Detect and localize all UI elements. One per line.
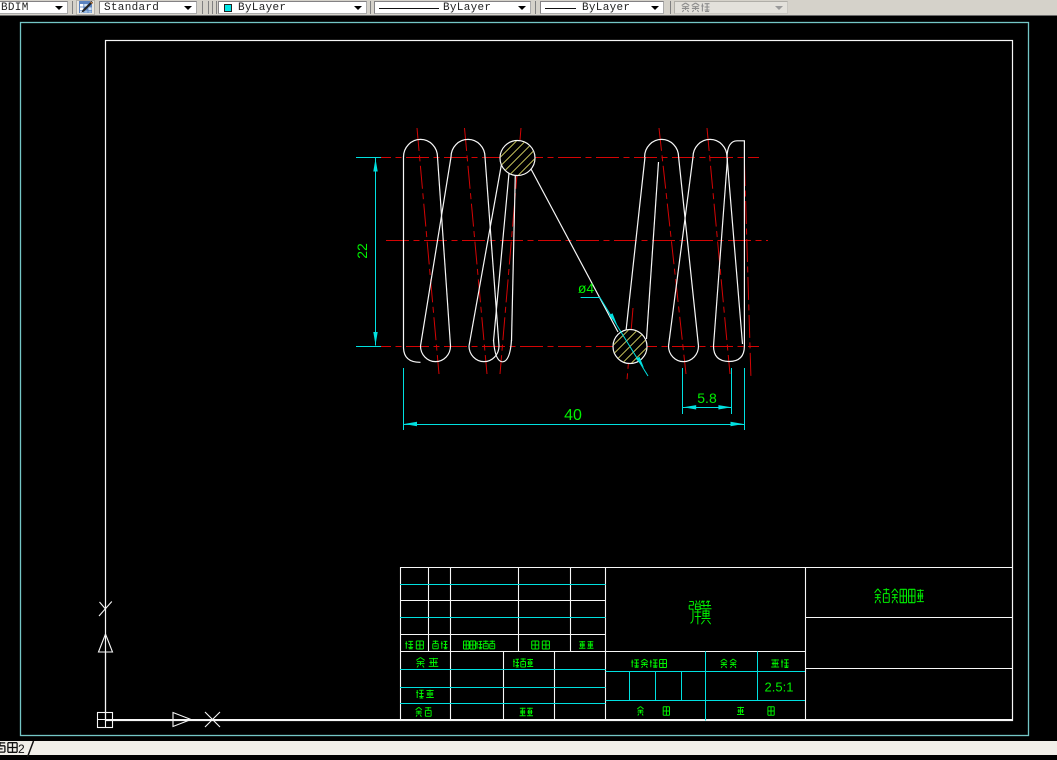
svg-text:ø4: ø4	[578, 280, 595, 296]
svg-text:2: 2	[18, 742, 25, 756]
svg-text:40: 40	[564, 407, 582, 424]
svg-text:2.5:1: 2.5:1	[765, 680, 794, 695]
svg-text:22: 22	[354, 243, 370, 259]
svg-text:5.8: 5.8	[697, 390, 717, 406]
